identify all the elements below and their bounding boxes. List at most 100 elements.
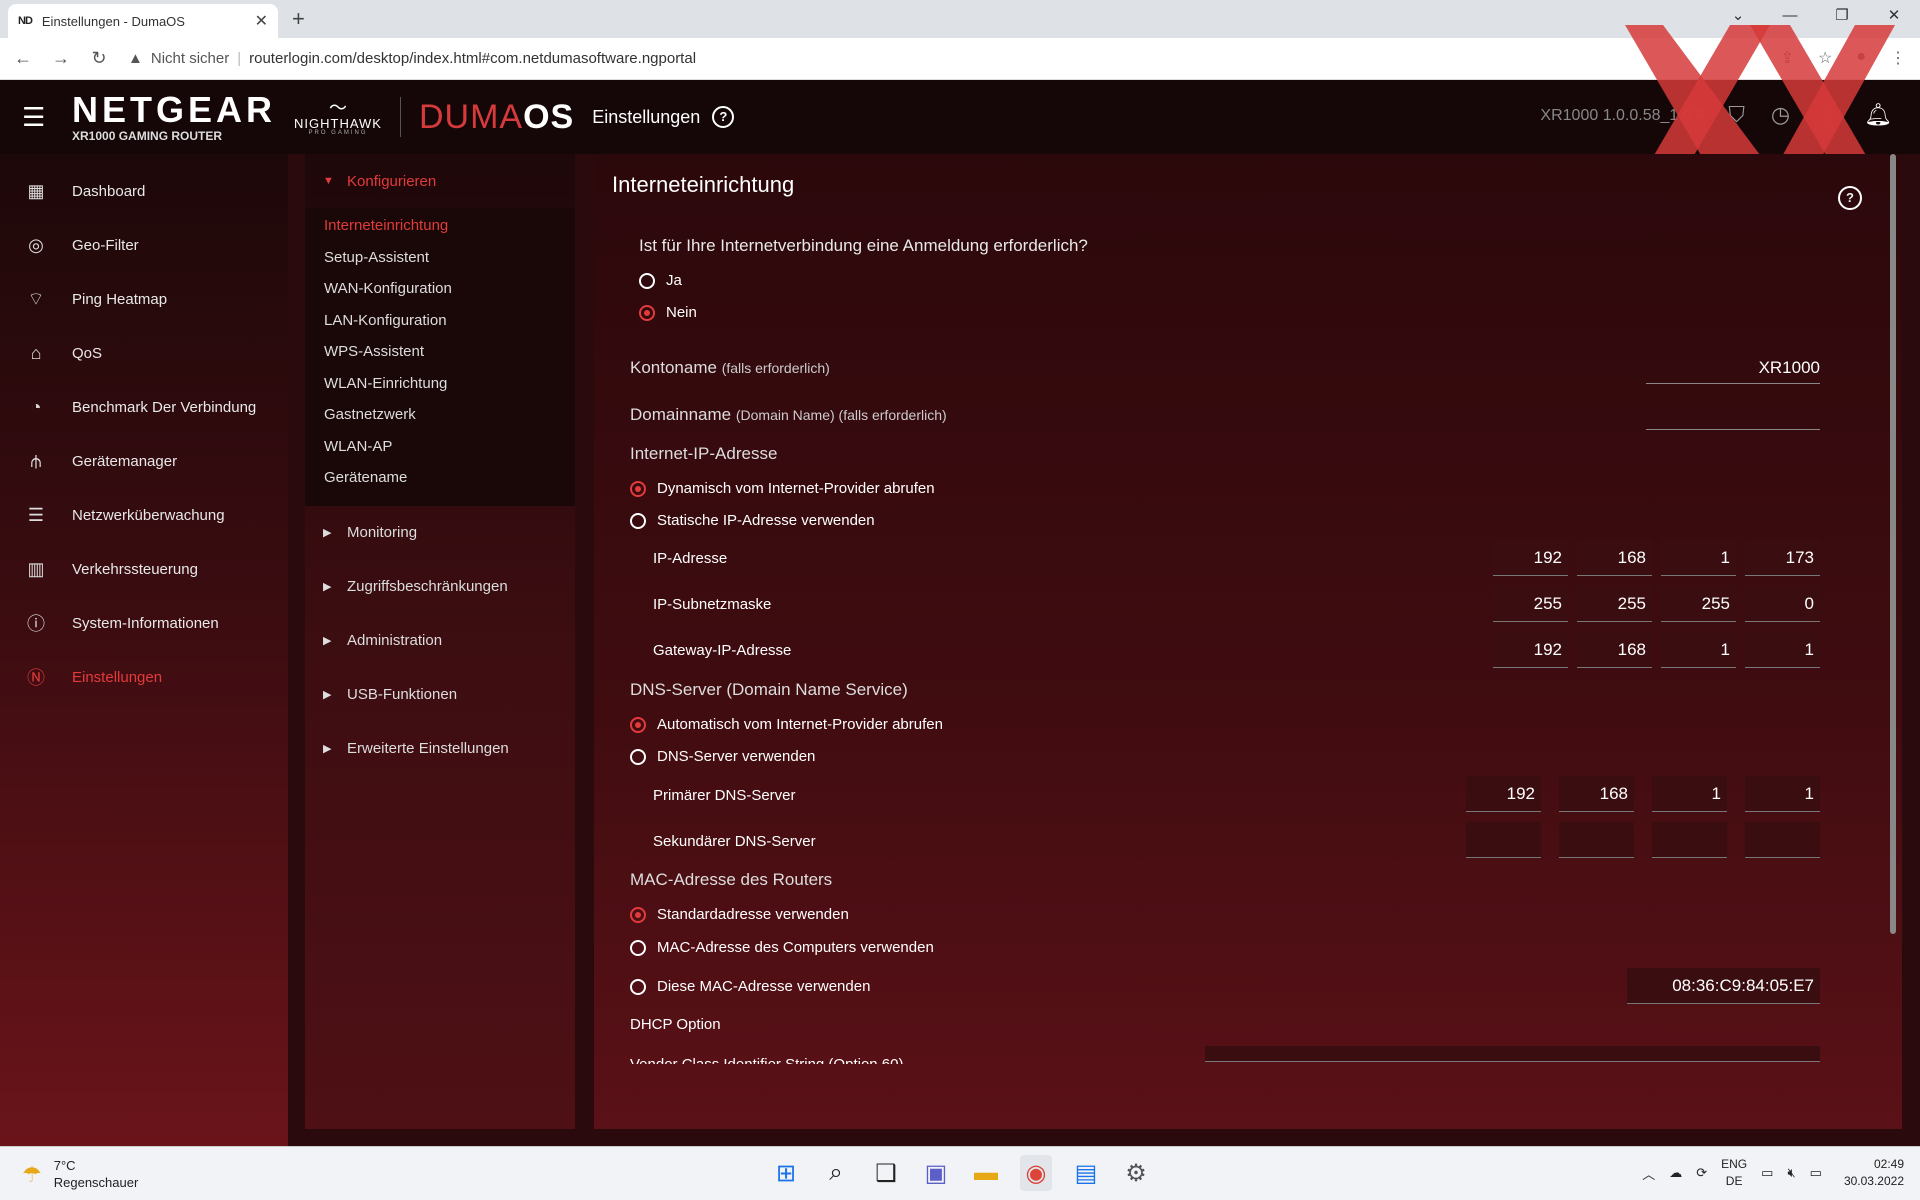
url-text[interactable]: routerlogin.com/desktop/index.html#com.n…: [249, 50, 696, 67]
radio-login-yes[interactable]: Ja: [639, 272, 682, 289]
sidebar-item-geo-filter[interactable]: ◎ Geo-Filter: [0, 218, 288, 272]
sidebar-item-qos[interactable]: ⌂ QoS: [0, 326, 288, 380]
security-warning[interactable]: Nicht sicher: [151, 50, 229, 67]
subnav-group-erweiterte-einstellungen[interactable]: ▶ Erweiterte Einstellungen: [305, 722, 575, 776]
gateway-octet-4[interactable]: 1: [1745, 632, 1820, 668]
subnav-item-wlan-einrichtung[interactable]: WLAN-Einrichtung: [305, 368, 575, 400]
notification-bell-icon[interactable]: 🔔︎: [1864, 102, 1892, 128]
subnet-octet-2[interactable]: 255: [1577, 586, 1652, 622]
subnav-group-administration[interactable]: ▶ Administration: [305, 614, 575, 668]
teams-chat-icon[interactable]: ▣: [920, 1155, 952, 1191]
restore-icon[interactable]: ❐: [1816, 0, 1868, 34]
dns-primary-octet-1[interactable]: 192: [1466, 776, 1541, 812]
tab-close-icon[interactable]: ✕: [255, 11, 268, 31]
bookmark-star-icon[interactable]: ☆: [1818, 48, 1832, 68]
sidebar-item-settings[interactable]: Ⓝ Einstellungen: [0, 650, 288, 704]
subnav-item-setup-assistent[interactable]: Setup-Assistent: [305, 242, 575, 274]
sidebar-item-network-monitor[interactable]: ☰ Netzwerküberwachung: [0, 488, 288, 542]
subnet-octet-3[interactable]: 255: [1661, 586, 1736, 622]
subnav-group-zugriffsbeschraenkungen[interactable]: ▶ Zugriffsbeschränkungen: [305, 560, 575, 614]
minimize-icon[interactable]: —: [1764, 0, 1816, 34]
performance-monitor-icon[interactable]: ▤: [1070, 1155, 1102, 1191]
dns-secondary-octet-3[interactable]: [1652, 822, 1727, 858]
hamburger-menu-icon[interactable]: ☰: [22, 102, 58, 133]
dns-secondary-octet-1[interactable]: [1466, 822, 1541, 858]
browser-menu-icon[interactable]: ⋮: [1890, 48, 1906, 68]
omnibox[interactable]: ▲ Nicht sicher | routerlogin.com/desktop…: [128, 50, 696, 67]
weather-widget[interactable]: ☂ 7°C Regenschauer: [22, 1157, 138, 1191]
radio-dns-auto[interactable]: Automatisch vom Internet-Provider abrufe…: [630, 716, 943, 733]
share-icon[interactable]: ⇪: [1781, 48, 1794, 68]
subnet-octet-1[interactable]: 255: [1493, 586, 1568, 622]
radio-mac-custom[interactable]: Diese MAC-Adresse verwenden: [630, 978, 870, 995]
dns-primary-octet-3[interactable]: 1: [1652, 776, 1727, 812]
content-scrollbar[interactable]: [1890, 154, 1896, 934]
dns-primary-octet-2[interactable]: 168: [1559, 776, 1634, 812]
sidebar-item-dashboard[interactable]: ▦ Dashboard: [0, 164, 288, 218]
sidebar-item-benchmark[interactable]: ◔ Benchmark Der Verbindung: [0, 380, 288, 434]
sidebar-item-system-info[interactable]: ⓘ System-Informationen: [0, 596, 288, 650]
gateway-octet-2[interactable]: 168: [1577, 632, 1652, 668]
subnav-group-konfigurieren[interactable]: ▼ Konfigurieren: [305, 154, 575, 208]
settings-gear-icon[interactable]: ⚙: [1120, 1155, 1152, 1191]
volume-muted-icon[interactable]: 🔇︎: [1787, 1165, 1795, 1181]
radio-dns-manual[interactable]: DNS-Server verwenden: [630, 748, 815, 765]
gateway-octet-3[interactable]: 1: [1661, 632, 1736, 668]
sidebar-item-device-manager[interactable]: ⫛ Gerätemanager: [0, 434, 288, 488]
ip-octet-2[interactable]: 168: [1577, 540, 1652, 576]
help-icon[interactable]: ?: [712, 106, 735, 128]
radio-login-no[interactable]: Nein: [639, 304, 697, 321]
more-options-icon[interactable]: ⋮: [1816, 102, 1838, 128]
subnav-group-monitoring[interactable]: ▶ Monitoring: [305, 506, 575, 560]
onedrive-icon[interactable]: ☁: [1669, 1165, 1682, 1181]
dns-primary-octet-4[interactable]: 1: [1745, 776, 1820, 812]
account-name-input[interactable]: XR1000: [1646, 354, 1820, 384]
new-tab-button[interactable]: +: [292, 6, 305, 32]
chrome-icon[interactable]: ◉: [1020, 1155, 1052, 1191]
radio-mac-default[interactable]: Standardadresse verwenden: [630, 906, 849, 923]
language-indicator[interactable]: ENG DE: [1721, 1156, 1747, 1190]
forward-icon[interactable]: →: [46, 48, 76, 69]
ip-octet-4[interactable]: 173: [1745, 540, 1820, 576]
dns-secondary-octet-2[interactable]: [1559, 822, 1634, 858]
subnav-item-gastnetzwerk[interactable]: Gastnetzwerk: [305, 399, 575, 431]
radio-ip-dynamic[interactable]: Dynamisch vom Internet-Provider abrufen: [630, 480, 935, 497]
subnav-item-wan-konfiguration[interactable]: WAN-Konfiguration: [305, 273, 575, 305]
subnav-item-lan-konfiguration[interactable]: LAN-Konfiguration: [305, 305, 575, 337]
file-explorer-icon[interactable]: ▬: [970, 1155, 1002, 1191]
subnet-octet-4[interactable]: 0: [1745, 586, 1820, 622]
domain-name-input[interactable]: [1646, 400, 1820, 430]
radio-ip-static[interactable]: Statische IP-Adresse verwenden: [630, 512, 875, 529]
clock[interactable]: 02:49 30.03.2022: [1844, 1156, 1904, 1190]
radio-mac-computer[interactable]: MAC-Adresse des Computers verwenden: [630, 939, 934, 956]
sync-icon[interactable]: ⟳: [1696, 1165, 1707, 1181]
vendor-class-input[interactable]: [1205, 1046, 1820, 1062]
ip-octet-3[interactable]: 1: [1661, 540, 1736, 576]
battery-icon[interactable]: ▭: [1810, 1165, 1822, 1181]
subnav-item-geraetename[interactable]: Gerätename: [305, 462, 575, 494]
browser-tab[interactable]: ND Einstellungen - DumaOS ✕: [8, 4, 278, 38]
close-window-icon[interactable]: ✕: [1868, 0, 1920, 34]
ip-octet-1[interactable]: 192: [1493, 540, 1568, 576]
shield-icon[interactable]: ⛉: [1728, 102, 1745, 128]
sidebar-item-ping-heatmap[interactable]: ⌔ Ping Heatmap: [0, 272, 288, 326]
tab-search-icon[interactable]: ⌄: [1712, 0, 1764, 34]
history-icon[interactable]: ◷: [1771, 102, 1790, 128]
search-icon[interactable]: ⌕: [820, 1155, 852, 1191]
page-help-icon[interactable]: ?: [1838, 186, 1862, 210]
task-view-icon[interactable]: ❑: [870, 1155, 902, 1191]
profile-icon[interactable]: ●: [1856, 48, 1866, 68]
subnav-item-interneteinrichtung[interactable]: Interneteinrichtung: [305, 210, 575, 242]
dns-secondary-octet-4[interactable]: [1745, 822, 1820, 858]
subnav-group-usb-funktionen[interactable]: ▶ USB-Funktionen: [305, 668, 575, 722]
back-icon[interactable]: ←: [8, 48, 38, 69]
subnav-item-wlan-ap[interactable]: WLAN-AP: [305, 431, 575, 463]
sidebar-item-traffic-control[interactable]: ▥ Verkehrssteuerung: [0, 542, 288, 596]
subnav-item-wps-assistent[interactable]: WPS-Assistent: [305, 336, 575, 368]
tray-overflow-icon[interactable]: ︿: [1642, 1164, 1655, 1183]
gateway-octet-1[interactable]: 192: [1493, 632, 1568, 668]
windows-start-icon[interactable]: ⊞: [770, 1155, 802, 1191]
network-icon[interactable]: ▭: [1761, 1165, 1773, 1181]
mac-address-input[interactable]: 08:36:C9:84:05:E7: [1627, 968, 1820, 1004]
reload-icon[interactable]: ↻: [84, 48, 114, 69]
